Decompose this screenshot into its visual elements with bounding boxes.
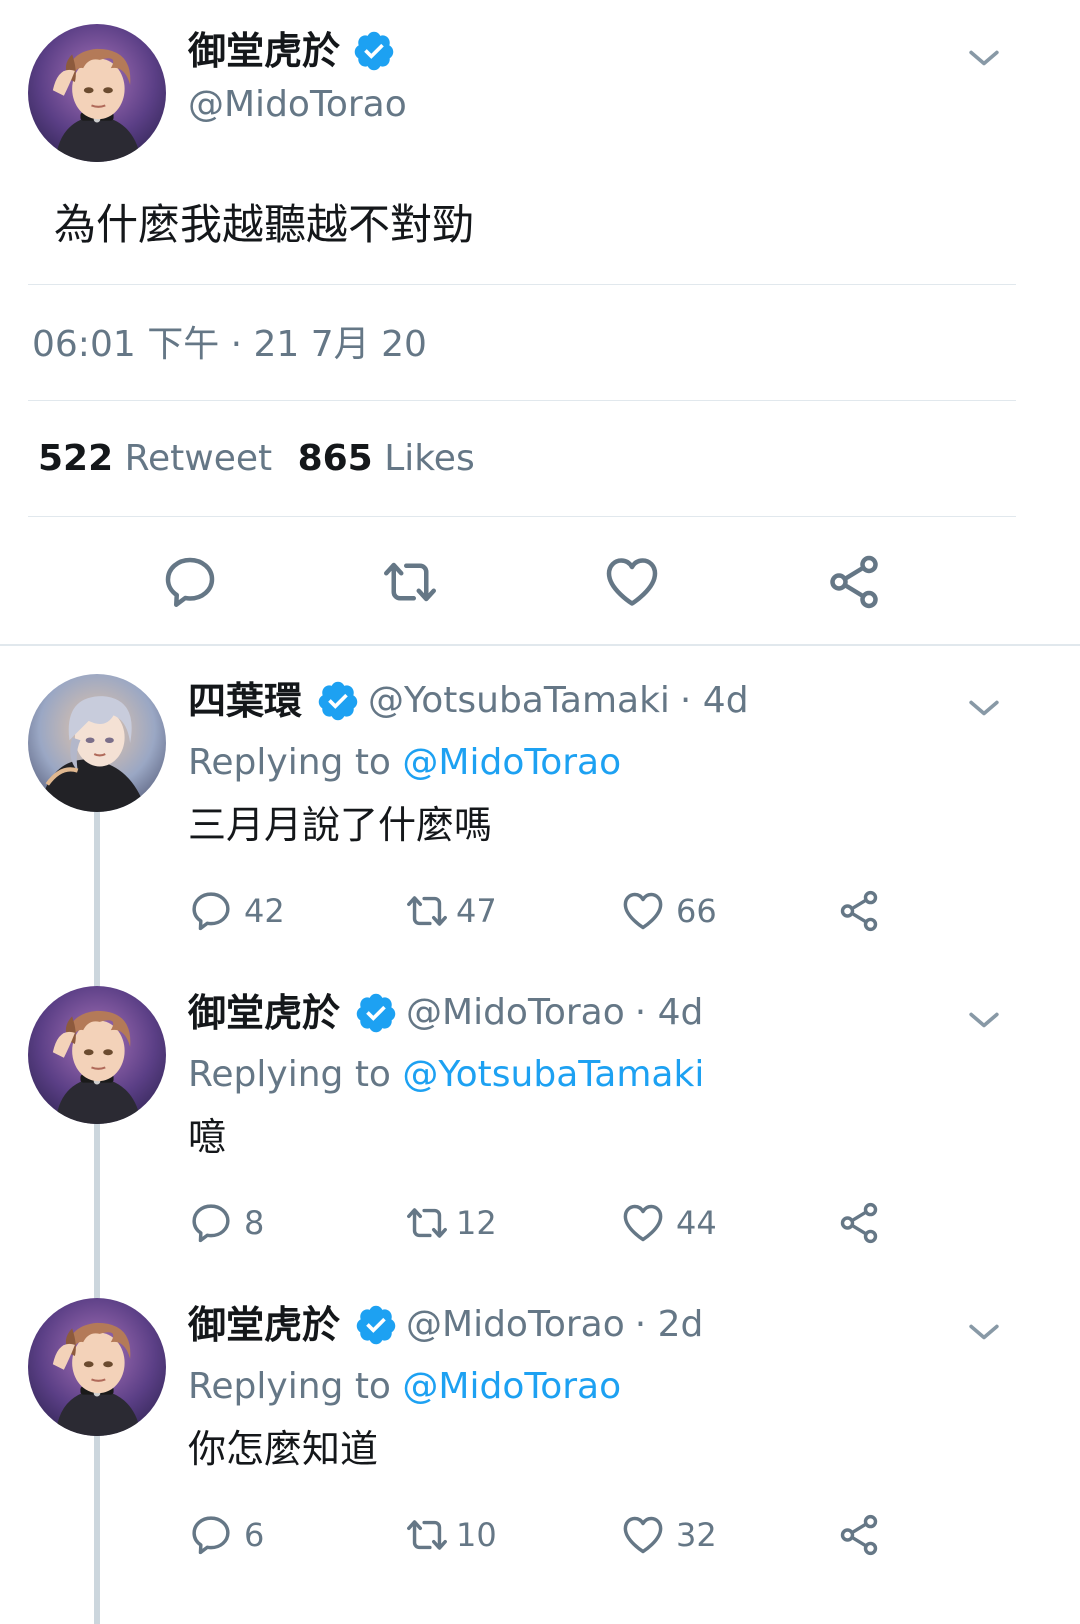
display-name[interactable]: 御堂虎於 <box>188 990 340 1036</box>
replying-to: Replying to @MidoTorao <box>188 1364 621 1410</box>
share-icon <box>836 1512 882 1558</box>
retweets-stat[interactable]: 522 Retweet <box>38 438 284 479</box>
thread-line <box>94 812 100 1624</box>
timestamp[interactable]: 06:01 下午 · 21 7月 20 <box>32 322 427 368</box>
heart-icon <box>620 1200 666 1246</box>
like-count: 865 <box>297 438 373 479</box>
reply-button[interactable]: 6 <box>188 1512 264 1558</box>
tweet-age: · 4d <box>679 680 749 721</box>
heart-icon <box>620 1512 666 1558</box>
display-name[interactable]: 四葉環 <box>188 678 302 724</box>
like-button[interactable]: 32 <box>620 1512 717 1558</box>
replying-to: Replying to @MidoTorao <box>188 740 621 786</box>
share-button[interactable] <box>836 888 882 934</box>
avatar-image <box>28 986 166 1124</box>
like-count: 66 <box>676 892 717 930</box>
share-button[interactable] <box>836 1512 882 1558</box>
reply-header: 御堂虎於 @MidoTorao · 2d <box>188 1302 703 1348</box>
reply-button[interactable] <box>160 552 220 616</box>
handle[interactable]: @MidoTorao <box>406 990 625 1036</box>
share-icon <box>836 1200 882 1246</box>
retweet-count: 10 <box>456 1516 497 1554</box>
display-name[interactable]: 御堂虎於 <box>188 1302 340 1348</box>
chevron-down-icon[interactable] <box>962 1310 1006 1354</box>
verified-badge-icon <box>354 991 398 1035</box>
retweet-button[interactable] <box>378 552 442 616</box>
avatar[interactable] <box>28 24 166 162</box>
replying-to-link[interactable]: @YotsubaTamaki <box>402 1054 704 1095</box>
replying-to-link[interactable]: @MidoTorao <box>402 742 621 783</box>
divider <box>28 400 1016 401</box>
reply-header: 四葉環 @YotsubaTamaki · 4d <box>188 678 749 724</box>
reply-text: 三月月說了什麼嗎 <box>188 803 493 847</box>
divider <box>28 516 1016 517</box>
chevron-down-icon[interactable] <box>962 36 1006 80</box>
reply-count: 8 <box>244 1204 265 1242</box>
reply-text: 噫 <box>188 1115 227 1159</box>
verified-badge-icon <box>352 29 396 73</box>
retweet-icon <box>402 1200 452 1246</box>
retweet-icon <box>402 1512 452 1558</box>
like-count: 44 <box>676 1204 717 1242</box>
replying-to-link[interactable]: @MidoTorao <box>402 1366 621 1407</box>
retweet-count: 12 <box>456 1204 497 1242</box>
like-button[interactable] <box>602 552 662 616</box>
tweet-age: · 2d <box>634 1304 704 1345</box>
reply-count: 6 <box>244 1516 265 1554</box>
share-icon <box>836 888 882 934</box>
retweet-icon <box>402 888 452 934</box>
section-divider <box>0 644 1080 646</box>
display-name: 御堂虎於 <box>188 29 341 73</box>
avatar[interactable] <box>28 986 166 1124</box>
retweet-label: Retweet <box>124 438 273 479</box>
heart-icon <box>602 552 662 612</box>
like-button[interactable]: 44 <box>620 1200 717 1246</box>
like-label: Likes <box>384 438 475 479</box>
chevron-down-icon[interactable] <box>962 686 1006 730</box>
reply-icon <box>188 1512 234 1558</box>
retweet-count: 522 <box>38 438 114 479</box>
verified-badge-icon <box>354 1303 398 1347</box>
reply-text: 你怎麼知道 <box>188 1427 379 1471</box>
replying-prefix: Replying to <box>188 1054 391 1095</box>
handle[interactable]: @MidoTorao <box>406 1302 625 1348</box>
divider <box>28 284 1016 285</box>
tweet-text: 為什麼我越聽越不對勁 <box>54 200 475 249</box>
reply-button[interactable]: 42 <box>188 888 285 934</box>
replying-prefix: Replying to <box>188 1366 391 1407</box>
share-icon <box>824 552 884 612</box>
tweet-age: · 4d <box>634 992 704 1033</box>
engagement-stats: 522 Retweet 865 Likes <box>38 436 475 482</box>
replying-to: Replying to @YotsubaTamaki <box>188 1052 704 1098</box>
handle[interactable]: @YotsubaTamaki <box>368 678 670 724</box>
reply-button[interactable]: 8 <box>188 1200 264 1246</box>
retweet-count: 47 <box>456 892 497 930</box>
replying-prefix: Replying to <box>188 742 391 783</box>
retweet-icon <box>378 552 442 612</box>
like-button[interactable]: 66 <box>620 888 717 934</box>
avatar-image <box>28 674 166 812</box>
reply-icon <box>160 552 220 612</box>
reply-header: 御堂虎於 @MidoTorao · 4d <box>188 990 703 1036</box>
avatar[interactable] <box>28 674 166 812</box>
reply-icon <box>188 888 234 934</box>
heart-icon <box>620 888 666 934</box>
reply-count: 42 <box>244 892 285 930</box>
handle[interactable]: @MidoTorao <box>188 82 407 128</box>
avatar-image <box>28 1298 166 1436</box>
avatar[interactable] <box>28 1298 166 1436</box>
main-author[interactable]: 御堂虎於 <box>188 28 396 74</box>
likes-stat[interactable]: 865 Likes <box>298 438 475 479</box>
verified-badge-icon <box>316 679 360 723</box>
chevron-down-icon[interactable] <box>962 998 1006 1042</box>
retweet-button[interactable]: 47 <box>402 888 497 934</box>
share-button[interactable] <box>836 1200 882 1246</box>
share-button[interactable] <box>824 552 884 616</box>
avatar-image <box>28 24 166 162</box>
retweet-button[interactable]: 10 <box>402 1512 497 1558</box>
reply-icon <box>188 1200 234 1246</box>
retweet-button[interactable]: 12 <box>402 1200 497 1246</box>
like-count: 32 <box>676 1516 717 1554</box>
